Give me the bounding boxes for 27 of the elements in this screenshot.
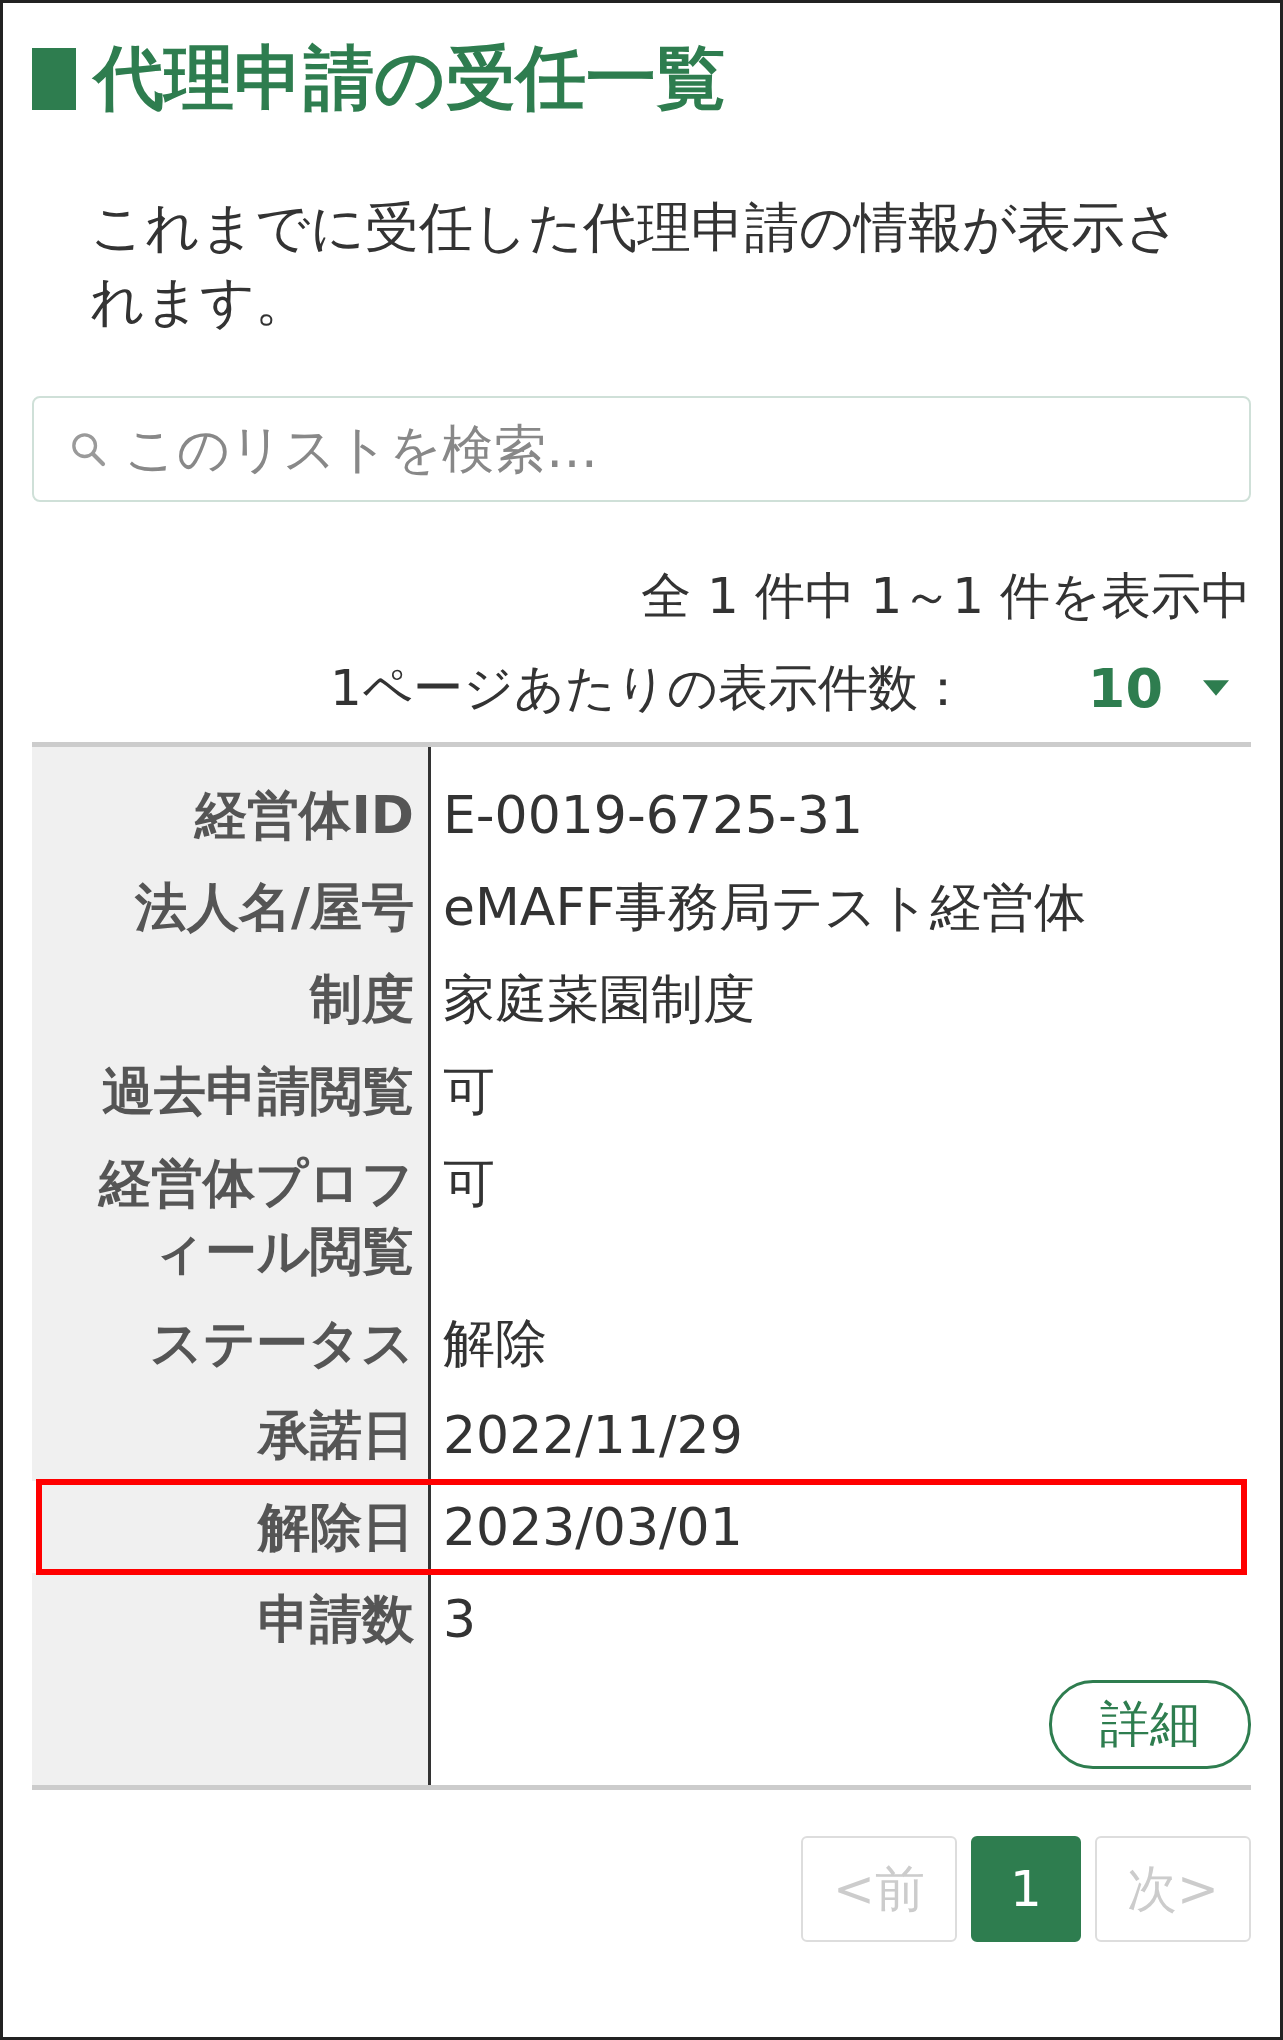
field-label: 制度 bbox=[32, 953, 431, 1045]
field-label: 承諾日 bbox=[32, 1389, 431, 1481]
page-button[interactable]: 1 bbox=[971, 1836, 1081, 1942]
result-count: 全 1 件中 1～1 件を表示中 bbox=[641, 566, 1251, 626]
page-title: 代理申請の受任一覧 bbox=[94, 41, 726, 116]
caret-icon bbox=[1203, 680, 1229, 696]
field-label: ステータス bbox=[32, 1297, 431, 1389]
field-label: 経営体プロフィール閲覧 bbox=[32, 1137, 431, 1297]
detail-button[interactable]: 詳細 bbox=[1049, 1680, 1251, 1769]
field-value: 可 bbox=[442, 1152, 496, 1215]
field-value: 3 bbox=[442, 1588, 478, 1651]
field-value: 2023/03/01 bbox=[442, 1496, 744, 1559]
field-label: 申請数 bbox=[32, 1573, 431, 1665]
description: これまでに受任した代理申請の情報が表示されます。 bbox=[90, 195, 1181, 335]
field-label: 法人名/屋号 bbox=[32, 861, 431, 953]
field-label: 経営体ID bbox=[32, 747, 431, 861]
field-value: 可 bbox=[442, 1060, 496, 1123]
field-value: 家庭菜園制度 bbox=[442, 968, 756, 1031]
field-label: 過去申請閲覧 bbox=[32, 1045, 431, 1137]
per-page-label: 1ページあたりの表示件数： bbox=[330, 658, 968, 719]
field-value: eMAFF事務局テスト経営体 bbox=[442, 876, 1088, 939]
search-field[interactable]: このリストを検索… bbox=[32, 396, 1251, 502]
field-value: 2022/11/29 bbox=[442, 1404, 744, 1467]
heading-marker bbox=[32, 47, 76, 110]
field-value: E-0019-6725-31 bbox=[442, 784, 864, 847]
per-page-select[interactable]: 10 bbox=[1087, 656, 1229, 720]
field-value: 解除 bbox=[442, 1312, 548, 1375]
